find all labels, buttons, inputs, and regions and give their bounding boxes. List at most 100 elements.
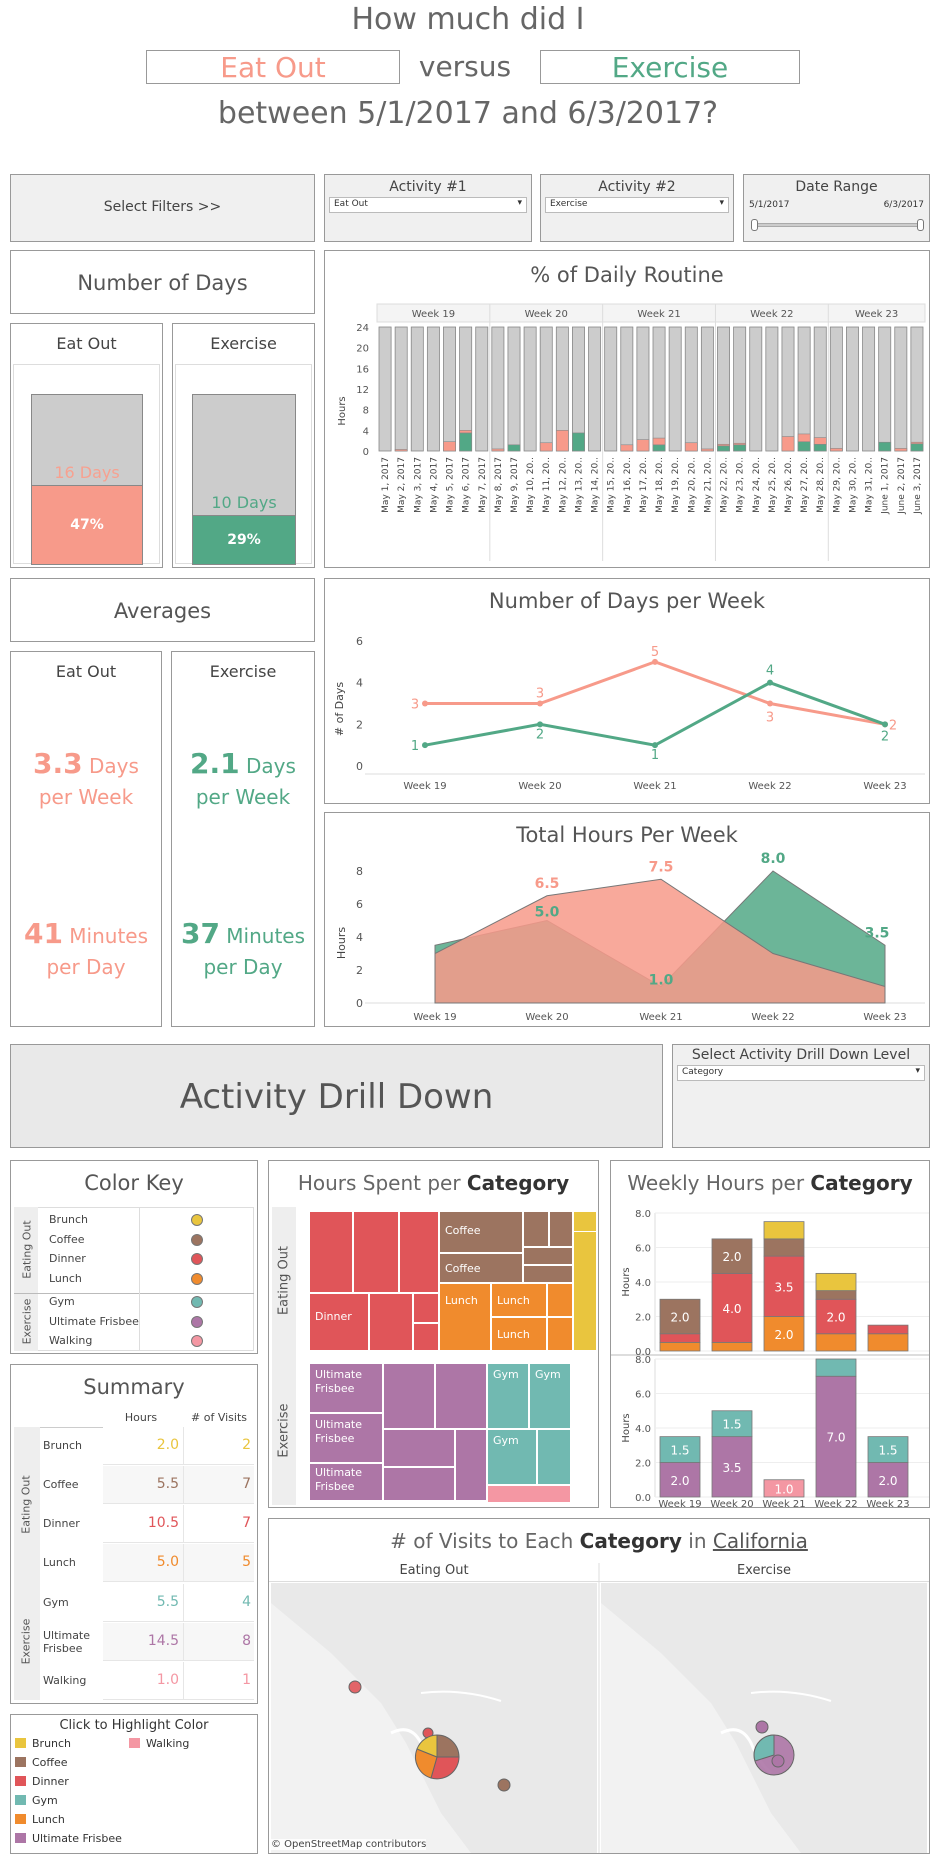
treemap-title-pre: Hours Spent per	[297, 1171, 467, 1195]
california-map[interactable]	[269, 1519, 931, 1855]
treemap-frisbee-3[interactable]: Ultimate Frisbee	[309, 1463, 383, 1501]
summary-group2: Exercise	[19, 1618, 33, 1665]
highlight-legend-item[interactable]: Dinner	[15, 1775, 69, 1788]
color-key-label: Walking	[49, 1334, 93, 1347]
eat-days-per-week-value: 3.3	[33, 747, 83, 780]
activity2-box[interactable]: Exercise	[540, 50, 800, 84]
treemap-coffee-2[interactable]: Coffee	[439, 1253, 523, 1283]
line-data-label: 2	[536, 727, 544, 742]
y-tick-label: 12	[356, 385, 369, 396]
routine-bar	[378, 326, 392, 452]
date-range-slider-track[interactable]	[754, 223, 920, 227]
routine-exercise-bar	[813, 443, 827, 452]
date-tick-label: May 19, 20..	[671, 457, 681, 513]
treemap-dinner-tile	[413, 1293, 439, 1323]
summary-row-hours: 14.5	[147, 1633, 179, 1649]
y-tick-label: 8.0	[635, 1209, 651, 1220]
weekly-hours-chart: 0.02.04.06.08.0Hours2.04.02.02.03.52.00.…	[611, 1209, 929, 1510]
y-tick-label: 0	[363, 447, 369, 458]
highlight-legend-item[interactable]: Ultimate Frisbee	[15, 1832, 122, 1845]
treemap-dinner-tile	[353, 1211, 399, 1293]
treemap-frisbee-tile	[383, 1467, 455, 1501]
weekly-bar-segment	[815, 1333, 857, 1352]
date-range-start-handle[interactable]	[751, 219, 758, 231]
treemap-frisbee[interactable]: Ultimate Frisbee	[309, 1363, 383, 1413]
number-of-days-title: Number of Days	[77, 271, 248, 295]
summary-title: Summary	[83, 1375, 185, 1399]
routine-exercise-bar	[652, 444, 666, 452]
week-header-label: Week 19	[412, 309, 455, 320]
area-data-label: 1.0	[649, 973, 674, 989]
averages-title: Averages	[113, 599, 212, 623]
routine-exercise-bar	[733, 444, 747, 452]
drill-level-dropdown[interactable]: Category	[677, 1065, 925, 1081]
routine-bar	[604, 326, 618, 452]
highlight-legend-item[interactable]: Coffee	[15, 1756, 68, 1769]
treemap-coffee[interactable]: Coffee	[439, 1211, 523, 1253]
treemap-lunch-2[interactable]: Lunch	[491, 1283, 547, 1317]
highlight-legend-item[interactable]: Brunch	[15, 1737, 71, 1750]
routine-bar	[394, 326, 408, 452]
treemap-gym[interactable]: Gym	[487, 1363, 529, 1429]
summary-row-visits: 5	[242, 1554, 251, 1570]
color-key-dot	[191, 1335, 203, 1347]
summary-row-hours: 5.5	[156, 1594, 179, 1610]
y-tick-label: 4	[363, 426, 369, 437]
highlight-legend-item[interactable]: Walking	[129, 1737, 189, 1750]
routine-exercise-bar	[572, 432, 585, 452]
x-tick-label: Week 20	[710, 1499, 753, 1510]
date-tick-label: May 27, 20..	[800, 457, 810, 513]
weekly-data-label: 2.0	[722, 1250, 741, 1264]
color-key-label: Lunch	[49, 1271, 82, 1285]
summary-row-name: Dinner	[43, 1517, 80, 1530]
treemap-lunch-3[interactable]: Lunch	[491, 1317, 547, 1351]
drill-down-title-box: Activity Drill Down	[10, 1044, 663, 1148]
week-header-label: Week 23	[855, 309, 898, 320]
routine-exercise-bar	[797, 441, 811, 452]
total-hours-chart: 0 2 4 6 8 Hours Week 19 Week 20 Week 21 Week 22 We…	[335, 851, 925, 1023]
y-tick-label: 4	[356, 677, 363, 690]
treemap-frisbee-2[interactable]: Ultimate Frisbee	[309, 1413, 383, 1463]
weekly-data-label: 4.0	[722, 1302, 741, 1316]
area-data-label: 7.5	[649, 859, 674, 875]
weekly-bar-segment	[659, 1333, 701, 1343]
highlight-legend-item[interactable]: Gym	[15, 1794, 58, 1807]
summary-row-name: Gym	[43, 1596, 69, 1609]
date-tick-label: May 30, 20..	[848, 457, 858, 513]
total-hours-panel: Total Hours Per Week 0 2 4 6 8 Hours Week 19 We…	[324, 812, 930, 1027]
daily-routine-chart: Week 19 Week 20 Week 21 Week 22 Week 23 0 4 8 12…	[337, 303, 926, 561]
exercise-days-per-week-value: 2.1	[190, 747, 240, 780]
activity2-dropdown[interactable]: Exercise	[545, 197, 729, 213]
line-point	[422, 700, 428, 707]
select-filters-panel[interactable]: Select Filters >>	[10, 174, 315, 242]
eat-days-panel: Eat Out 16 Days 47%	[10, 323, 163, 568]
date-tick-label: May 5, 2017	[446, 457, 456, 513]
line-exercise	[424, 681, 886, 747]
treemap-lunch[interactable]: Lunch	[439, 1283, 491, 1351]
routine-eat-bar	[717, 443, 730, 447]
highlight-legend-item[interactable]: Lunch	[15, 1813, 65, 1826]
treemap-gym-3[interactable]: Gym	[487, 1429, 537, 1485]
treemap-frisbee-tile	[455, 1429, 487, 1501]
area-data-label: 3.5	[865, 925, 890, 941]
treemap-title-bold: Category	[466, 1171, 570, 1195]
y-tick-label: 4	[356, 931, 363, 944]
activity1-dropdown[interactable]: Eat Out	[329, 197, 527, 213]
line-data-label: 3	[411, 698, 419, 713]
summary-row-visits: 7	[242, 1515, 251, 1531]
weekly-bar-segment	[763, 1221, 805, 1240]
routine-eat-bar	[813, 437, 827, 445]
eat-days-count: 16 Days	[54, 463, 120, 482]
date-tick-label: May 13, 20..	[574, 457, 584, 513]
activity1-box[interactable]: Eat Out	[146, 50, 400, 84]
routine-bar	[539, 326, 553, 452]
weekly-data-label: 2.0	[670, 1474, 689, 1488]
treemap-walking[interactable]	[487, 1485, 571, 1503]
date-range-end-handle[interactable]	[917, 219, 924, 231]
exercise-days-title: Exercise	[210, 334, 277, 353]
exercise-per-day: per Day	[203, 955, 283, 980]
routine-bar	[894, 326, 908, 452]
activity1-filter: Activity #1 Eat Out	[324, 174, 532, 242]
treemap-gym-2[interactable]: Gym	[529, 1363, 571, 1429]
routine-bar	[572, 326, 585, 452]
